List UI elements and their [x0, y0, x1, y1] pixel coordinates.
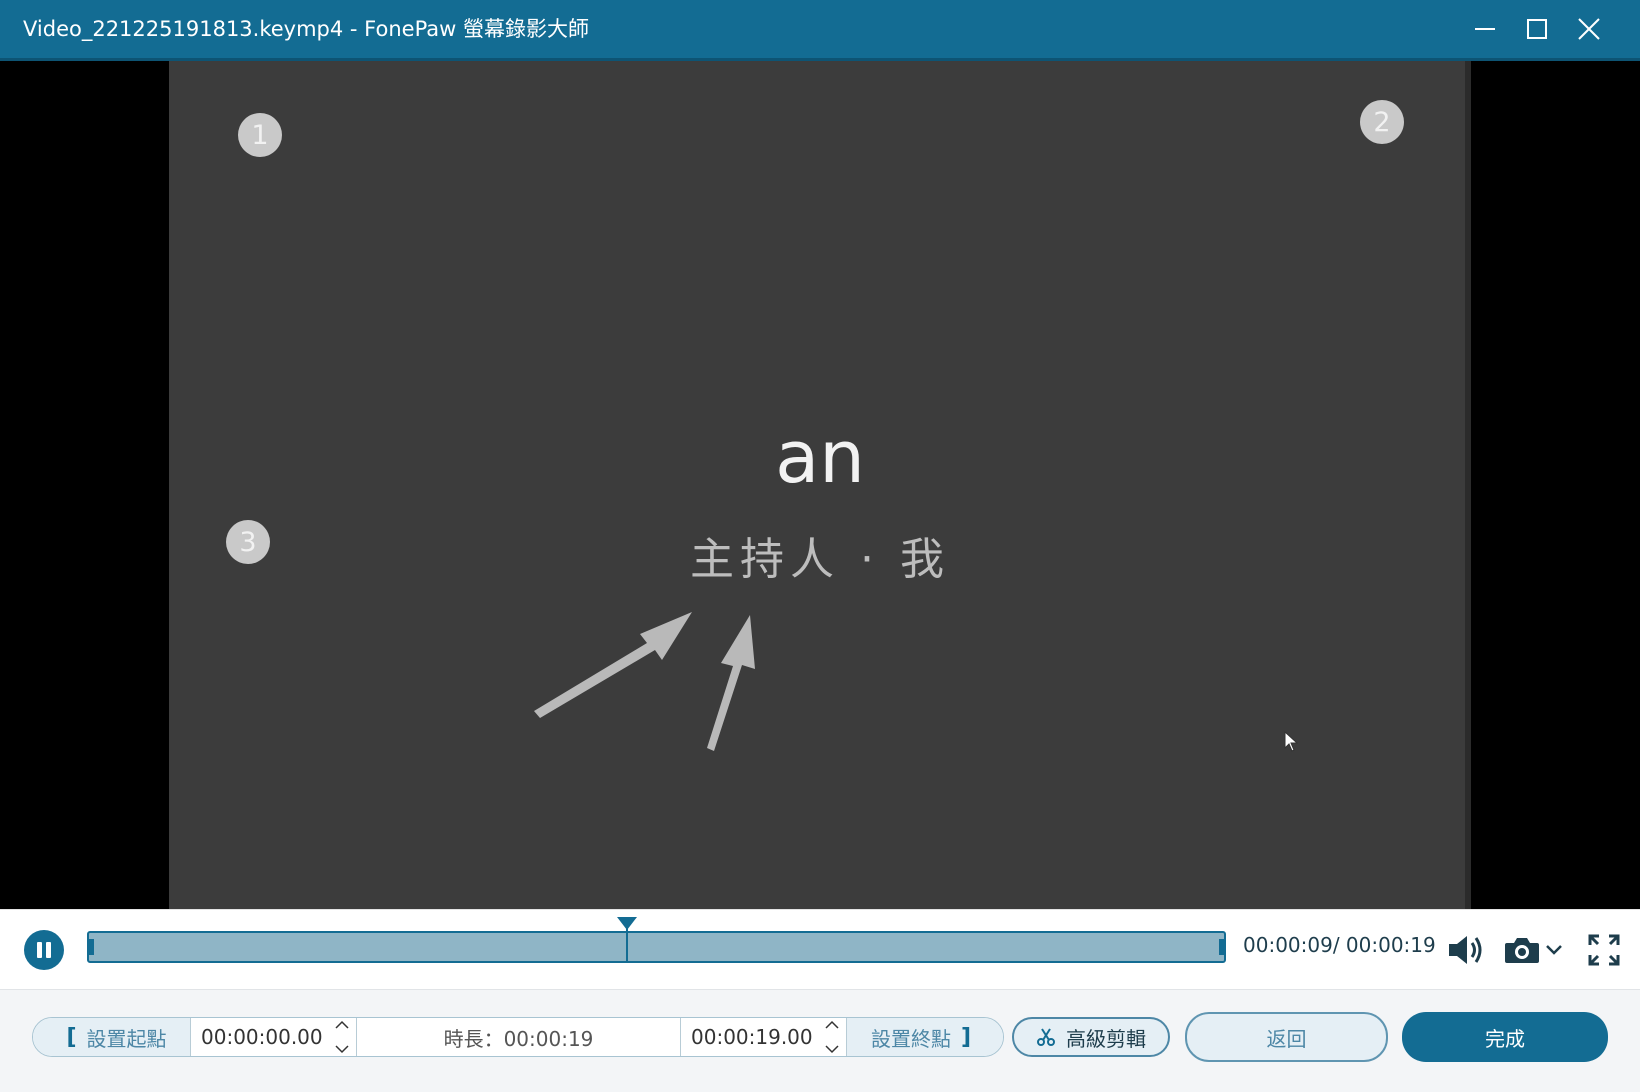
- end-time-stepper[interactable]: [824, 1020, 840, 1054]
- end-time-field[interactable]: 00:00:19.00: [681, 1018, 847, 1056]
- start-time-field[interactable]: 00:00:00.00: [191, 1018, 357, 1056]
- close-button[interactable]: [1566, 9, 1612, 49]
- timecode: 00:00:09/ 00:00:19: [1243, 933, 1436, 957]
- fullscreen-icon: [1588, 934, 1620, 966]
- maximize-icon: [1527, 19, 1547, 39]
- chevron-down-icon[interactable]: [335, 1045, 349, 1054]
- chevron-up-icon[interactable]: [335, 1020, 349, 1029]
- camera-icon: [1505, 938, 1539, 963]
- chevron-down-icon[interactable]: [825, 1045, 839, 1054]
- set-end-button[interactable]: 設置終點 ]: [847, 1018, 1003, 1056]
- mouse-cursor-icon: [1284, 731, 1298, 752]
- set-end-label: 設置終點: [870, 1026, 951, 1051]
- video-preview[interactable]: 1 2 3 an 主持人 · 我: [169, 61, 1471, 909]
- arrow-right: [707, 615, 755, 751]
- volume-icon: [1449, 936, 1482, 964]
- trim-end-handle[interactable]: [1219, 939, 1224, 955]
- advanced-trim-label: 高級剪輯: [1066, 1026, 1146, 1051]
- done-button[interactable]: 完成: [1402, 1012, 1608, 1062]
- trim-start-handle[interactable]: [89, 939, 94, 955]
- duration-display: 時長：00:00:19: [357, 1018, 681, 1056]
- player-controls: 00:00:09/ 00:00:19: [0, 909, 1640, 990]
- snapshot-button[interactable]: [1502, 930, 1542, 970]
- pause-button[interactable]: [24, 930, 64, 970]
- playhead-line[interactable]: [625, 917, 628, 962]
- arrow-left: [534, 612, 692, 718]
- advanced-trim-button[interactable]: 高級剪輯: [1012, 1017, 1170, 1057]
- set-start-label: 設置起點: [86, 1026, 167, 1051]
- chevron-down-icon: [1546, 945, 1562, 955]
- start-time-value: 00:00:00.00: [201, 1025, 323, 1049]
- fullscreen-button[interactable]: [1586, 932, 1622, 968]
- scissors-icon: [1037, 1028, 1055, 1046]
- end-time-value: 00:00:19.00: [691, 1025, 813, 1049]
- start-time-stepper[interactable]: [334, 1020, 350, 1054]
- back-button[interactable]: 返回: [1185, 1012, 1388, 1062]
- title-bar: Video_221225191813.keymp4 - FonePaw 螢幕錄影…: [0, 0, 1640, 58]
- bracket-left-icon: [: [66, 1024, 77, 1050]
- pause-icon: [35, 942, 53, 958]
- chevron-up-icon[interactable]: [825, 1020, 839, 1029]
- arrow-annotations: [534, 612, 755, 751]
- bracket-right-icon: ]: [960, 1024, 972, 1050]
- snapshot-options-button[interactable]: [1544, 940, 1564, 960]
- minimize-icon: [1475, 28, 1495, 30]
- timeline-track[interactable]: [87, 931, 1226, 963]
- trim-bar: [ 設置起點 00:00:00.00 時長：00:00:19 00:00:19.…: [0, 989, 1640, 1092]
- window-title: Video_221225191813.keymp4 - FonePaw 螢幕錄影…: [23, 17, 590, 41]
- volume-button[interactable]: [1446, 930, 1486, 970]
- minimize-button[interactable]: [1462, 9, 1508, 49]
- close-icon: [1578, 18, 1600, 40]
- set-start-button[interactable]: [ 設置起點: [33, 1018, 191, 1056]
- maximize-button[interactable]: [1514, 9, 1560, 49]
- video-frame-edge: [1465, 61, 1471, 909]
- trim-controls: [ 設置起點 00:00:00.00 時長：00:00:19 00:00:19.…: [32, 1017, 1004, 1057]
